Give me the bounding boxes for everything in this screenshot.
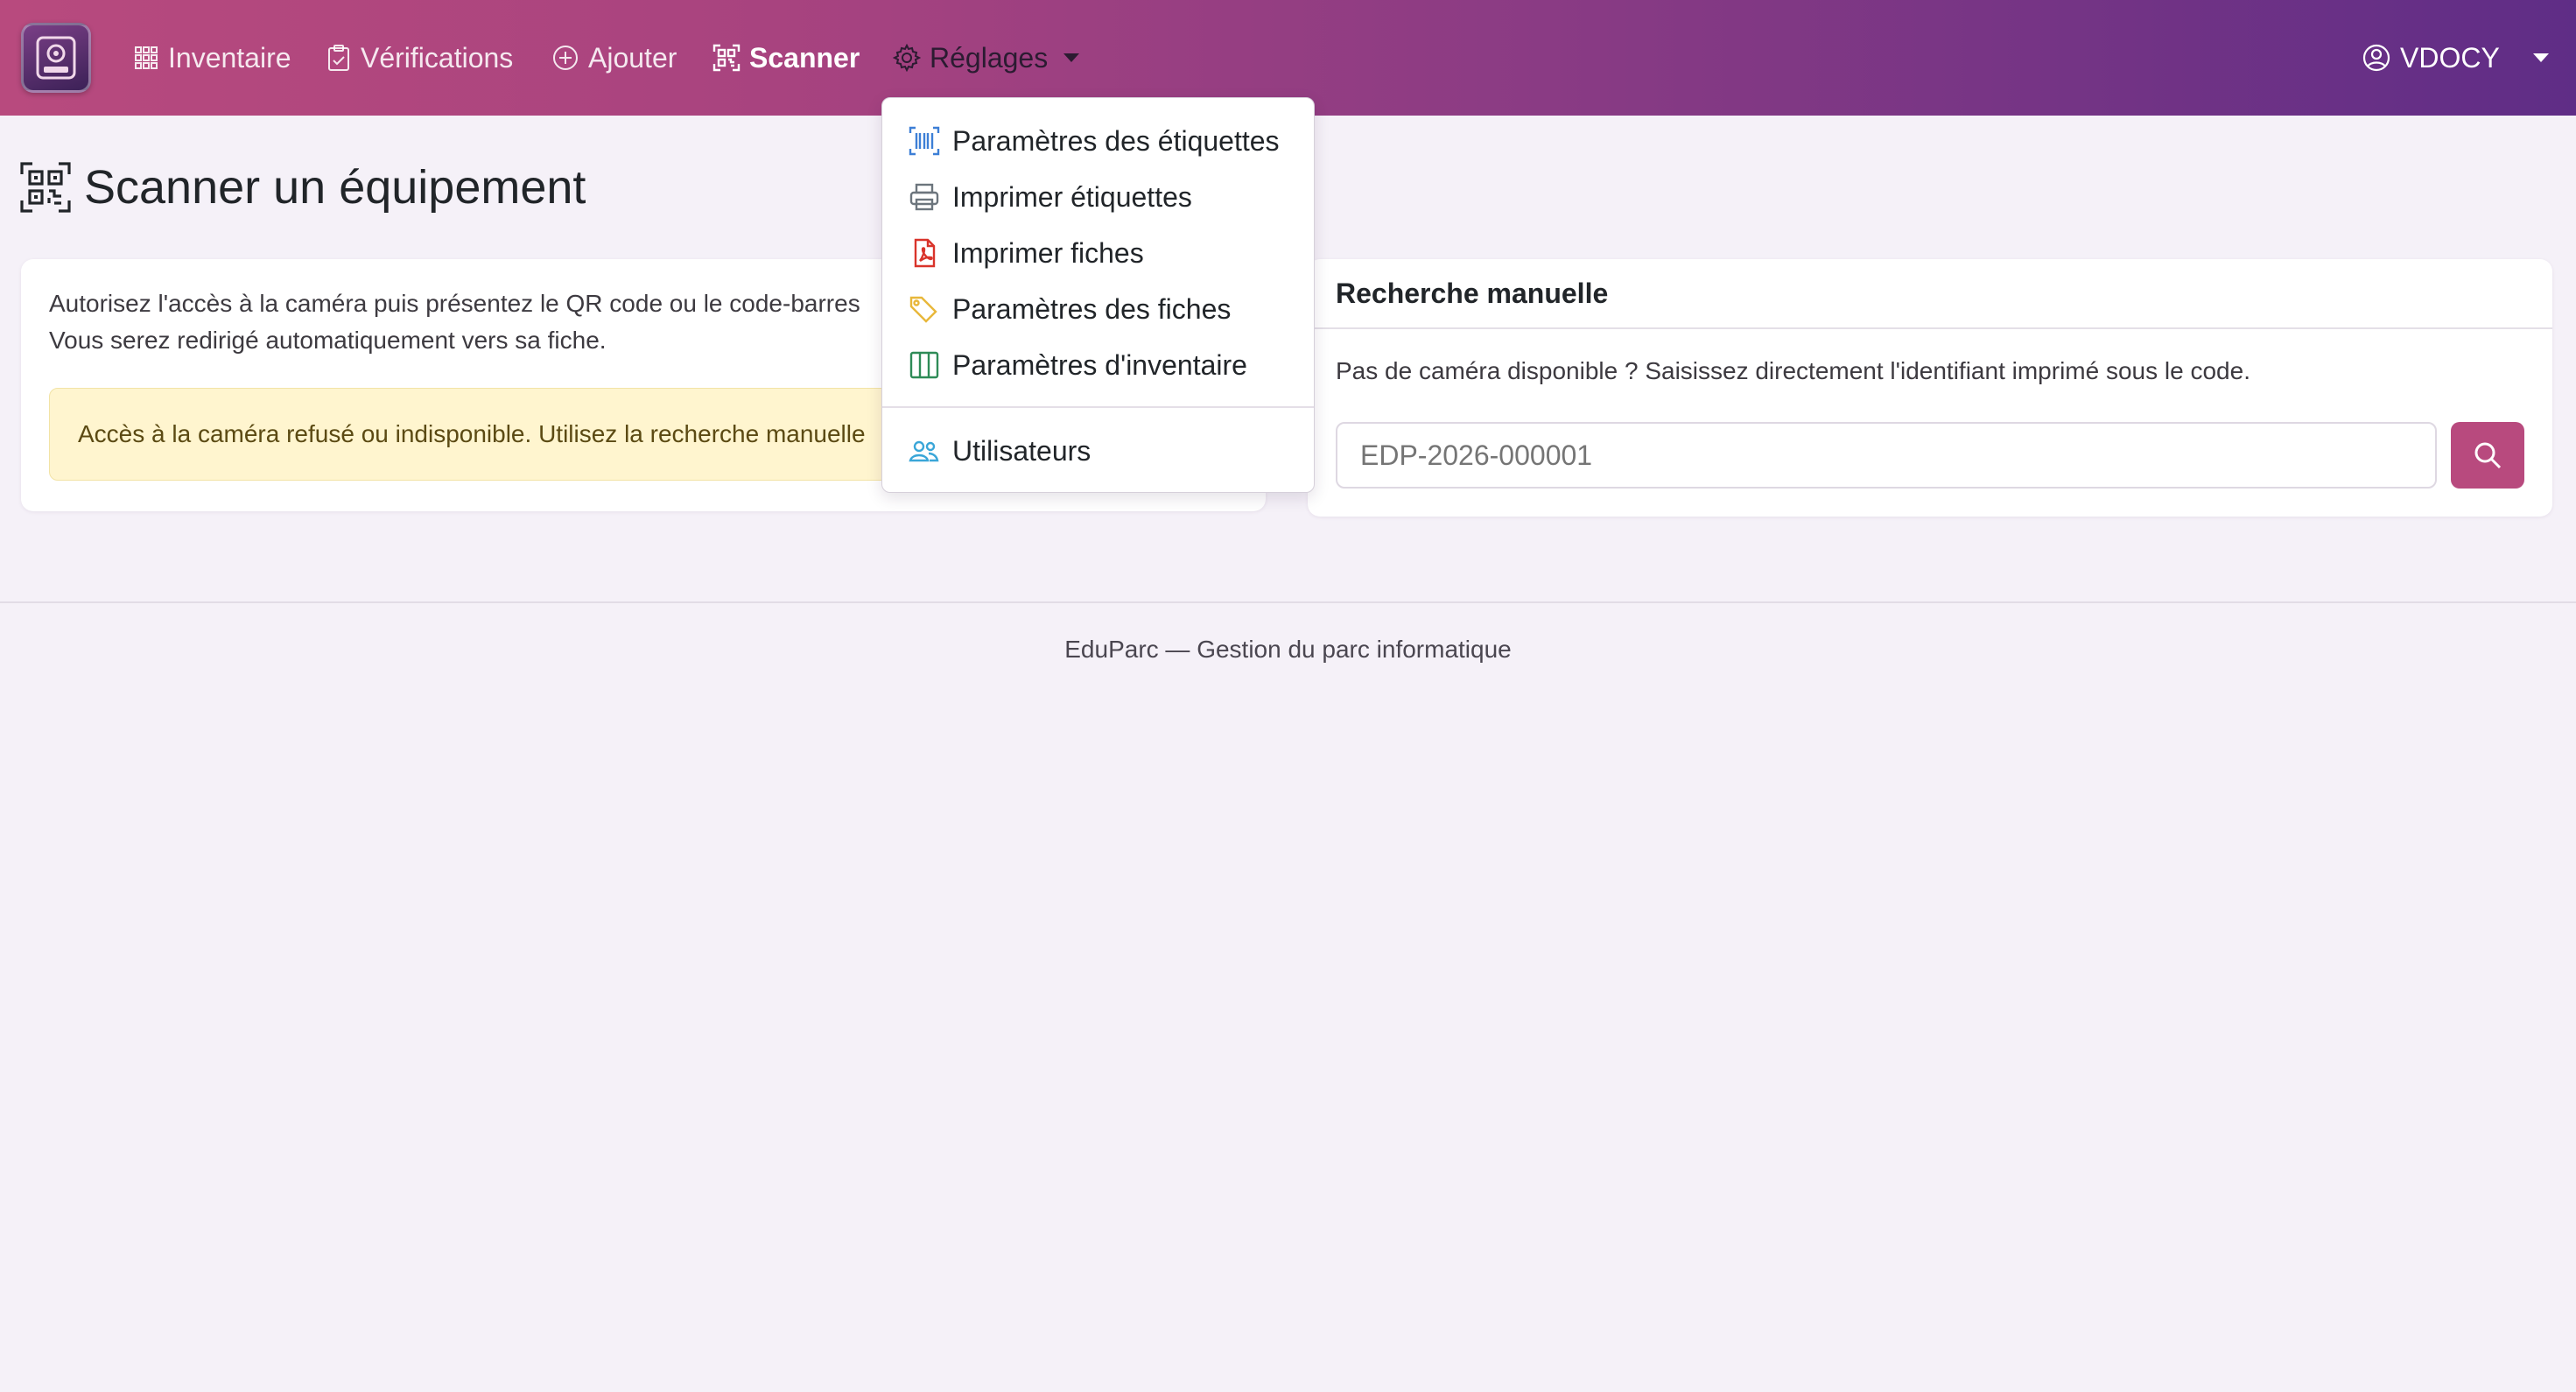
menu-item-print-sheets[interactable]: Imprimer fiches bbox=[882, 226, 1314, 280]
menu-item-users[interactable]: Utilisateurs bbox=[882, 424, 1314, 478]
pdf-file-icon bbox=[914, 238, 936, 268]
manual-search-description: Pas de caméra disponible ? Saisissez dir… bbox=[1336, 357, 2250, 384]
nav-scanner[interactable]: Scanner bbox=[712, 35, 860, 81]
menu-item-label: Imprimer fiches bbox=[952, 236, 1144, 269]
nav-verifications-label: Vérifications bbox=[361, 41, 514, 74]
user-name: VDOCY bbox=[2400, 41, 2500, 74]
menu-item-sheet-settings[interactable]: Paramètres des fiches bbox=[882, 282, 1314, 336]
nav-inventaire[interactable]: Inventaire bbox=[133, 35, 291, 81]
nav-ajouter[interactable]: Ajouter bbox=[551, 35, 677, 81]
settings-dropdown-menu: Paramètres des étiquettes Imprimer étiqu… bbox=[881, 97, 1315, 493]
menu-item-print-labels[interactable]: Imprimer étiquettes bbox=[882, 170, 1314, 224]
clipboard-check-icon bbox=[328, 45, 349, 71]
menu-item-label: Utilisateurs bbox=[952, 434, 1091, 467]
identifier-input[interactable] bbox=[1336, 422, 2437, 489]
printer-icon bbox=[909, 183, 939, 211]
camera-instructions: Autorisez l'accès à la caméra puis prése… bbox=[49, 285, 860, 359]
people-icon bbox=[909, 440, 939, 462]
menu-item-label: Paramètres d'inventaire bbox=[952, 348, 1247, 381]
app-logo[interactable] bbox=[21, 23, 91, 93]
instructions-line-2: Vous serez redirigé automatiquement vers… bbox=[49, 327, 607, 354]
page-title: Scanner un équipement bbox=[19, 159, 586, 215]
gear-icon bbox=[893, 44, 921, 72]
menu-item-label: Imprimer étiquettes bbox=[952, 180, 1192, 213]
nav-verifications[interactable]: Vérifications bbox=[326, 35, 513, 81]
instructions-line-1: Autorisez l'accès à la caméra puis prése… bbox=[49, 290, 860, 317]
qr-scan-icon bbox=[712, 44, 741, 72]
app-page: Inventaire Vérifications Ajouter Scanner… bbox=[0, 0, 2576, 1392]
chevron-down-icon bbox=[2532, 53, 2549, 62]
search-icon bbox=[2474, 442, 2502, 469]
logo-icon bbox=[36, 36, 76, 80]
alert-text: Accès à la caméra refusé ou indisponible… bbox=[78, 420, 866, 447]
nav-reglages[interactable]: Réglages bbox=[893, 35, 1080, 81]
footer-divider bbox=[0, 601, 2576, 603]
search-button[interactable] bbox=[2451, 422, 2524, 489]
manual-search-card: Recherche manuelle Pas de caméra disponi… bbox=[1308, 259, 2552, 517]
footer-text: EduParc — Gestion du parc informatique bbox=[1064, 636, 1512, 663]
menu-item-label-settings[interactable]: Paramètres des étiquettes bbox=[882, 114, 1314, 168]
nav-inventaire-label: Inventaire bbox=[168, 41, 291, 74]
nav-reglages-label: Réglages bbox=[930, 41, 1049, 74]
menu-item-label: Paramètres des fiches bbox=[952, 292, 1232, 325]
grid-icon bbox=[135, 46, 158, 69]
plus-circle-icon bbox=[553, 46, 578, 70]
qr-code-icon bbox=[20, 162, 71, 213]
columns-icon bbox=[909, 351, 939, 379]
barcode-icon bbox=[909, 126, 940, 156]
nav-ajouter-label: Ajouter bbox=[588, 41, 677, 74]
manual-search-title: Recherche manuelle bbox=[1308, 259, 2552, 329]
nav-scanner-label: Scanner bbox=[749, 41, 860, 74]
tags-icon bbox=[909, 296, 937, 323]
user-circle-icon bbox=[2362, 44, 2390, 72]
page-title-text: Scanner un équipement bbox=[84, 161, 586, 214]
menu-divider bbox=[882, 406, 1314, 408]
chevron-down-icon bbox=[1063, 53, 1080, 62]
menu-item-label: Paramètres des étiquettes bbox=[952, 124, 1280, 157]
user-menu[interactable]: VDOCY bbox=[2362, 35, 2549, 81]
menu-item-inventory-settings[interactable]: Paramètres d'inventaire bbox=[882, 338, 1314, 392]
